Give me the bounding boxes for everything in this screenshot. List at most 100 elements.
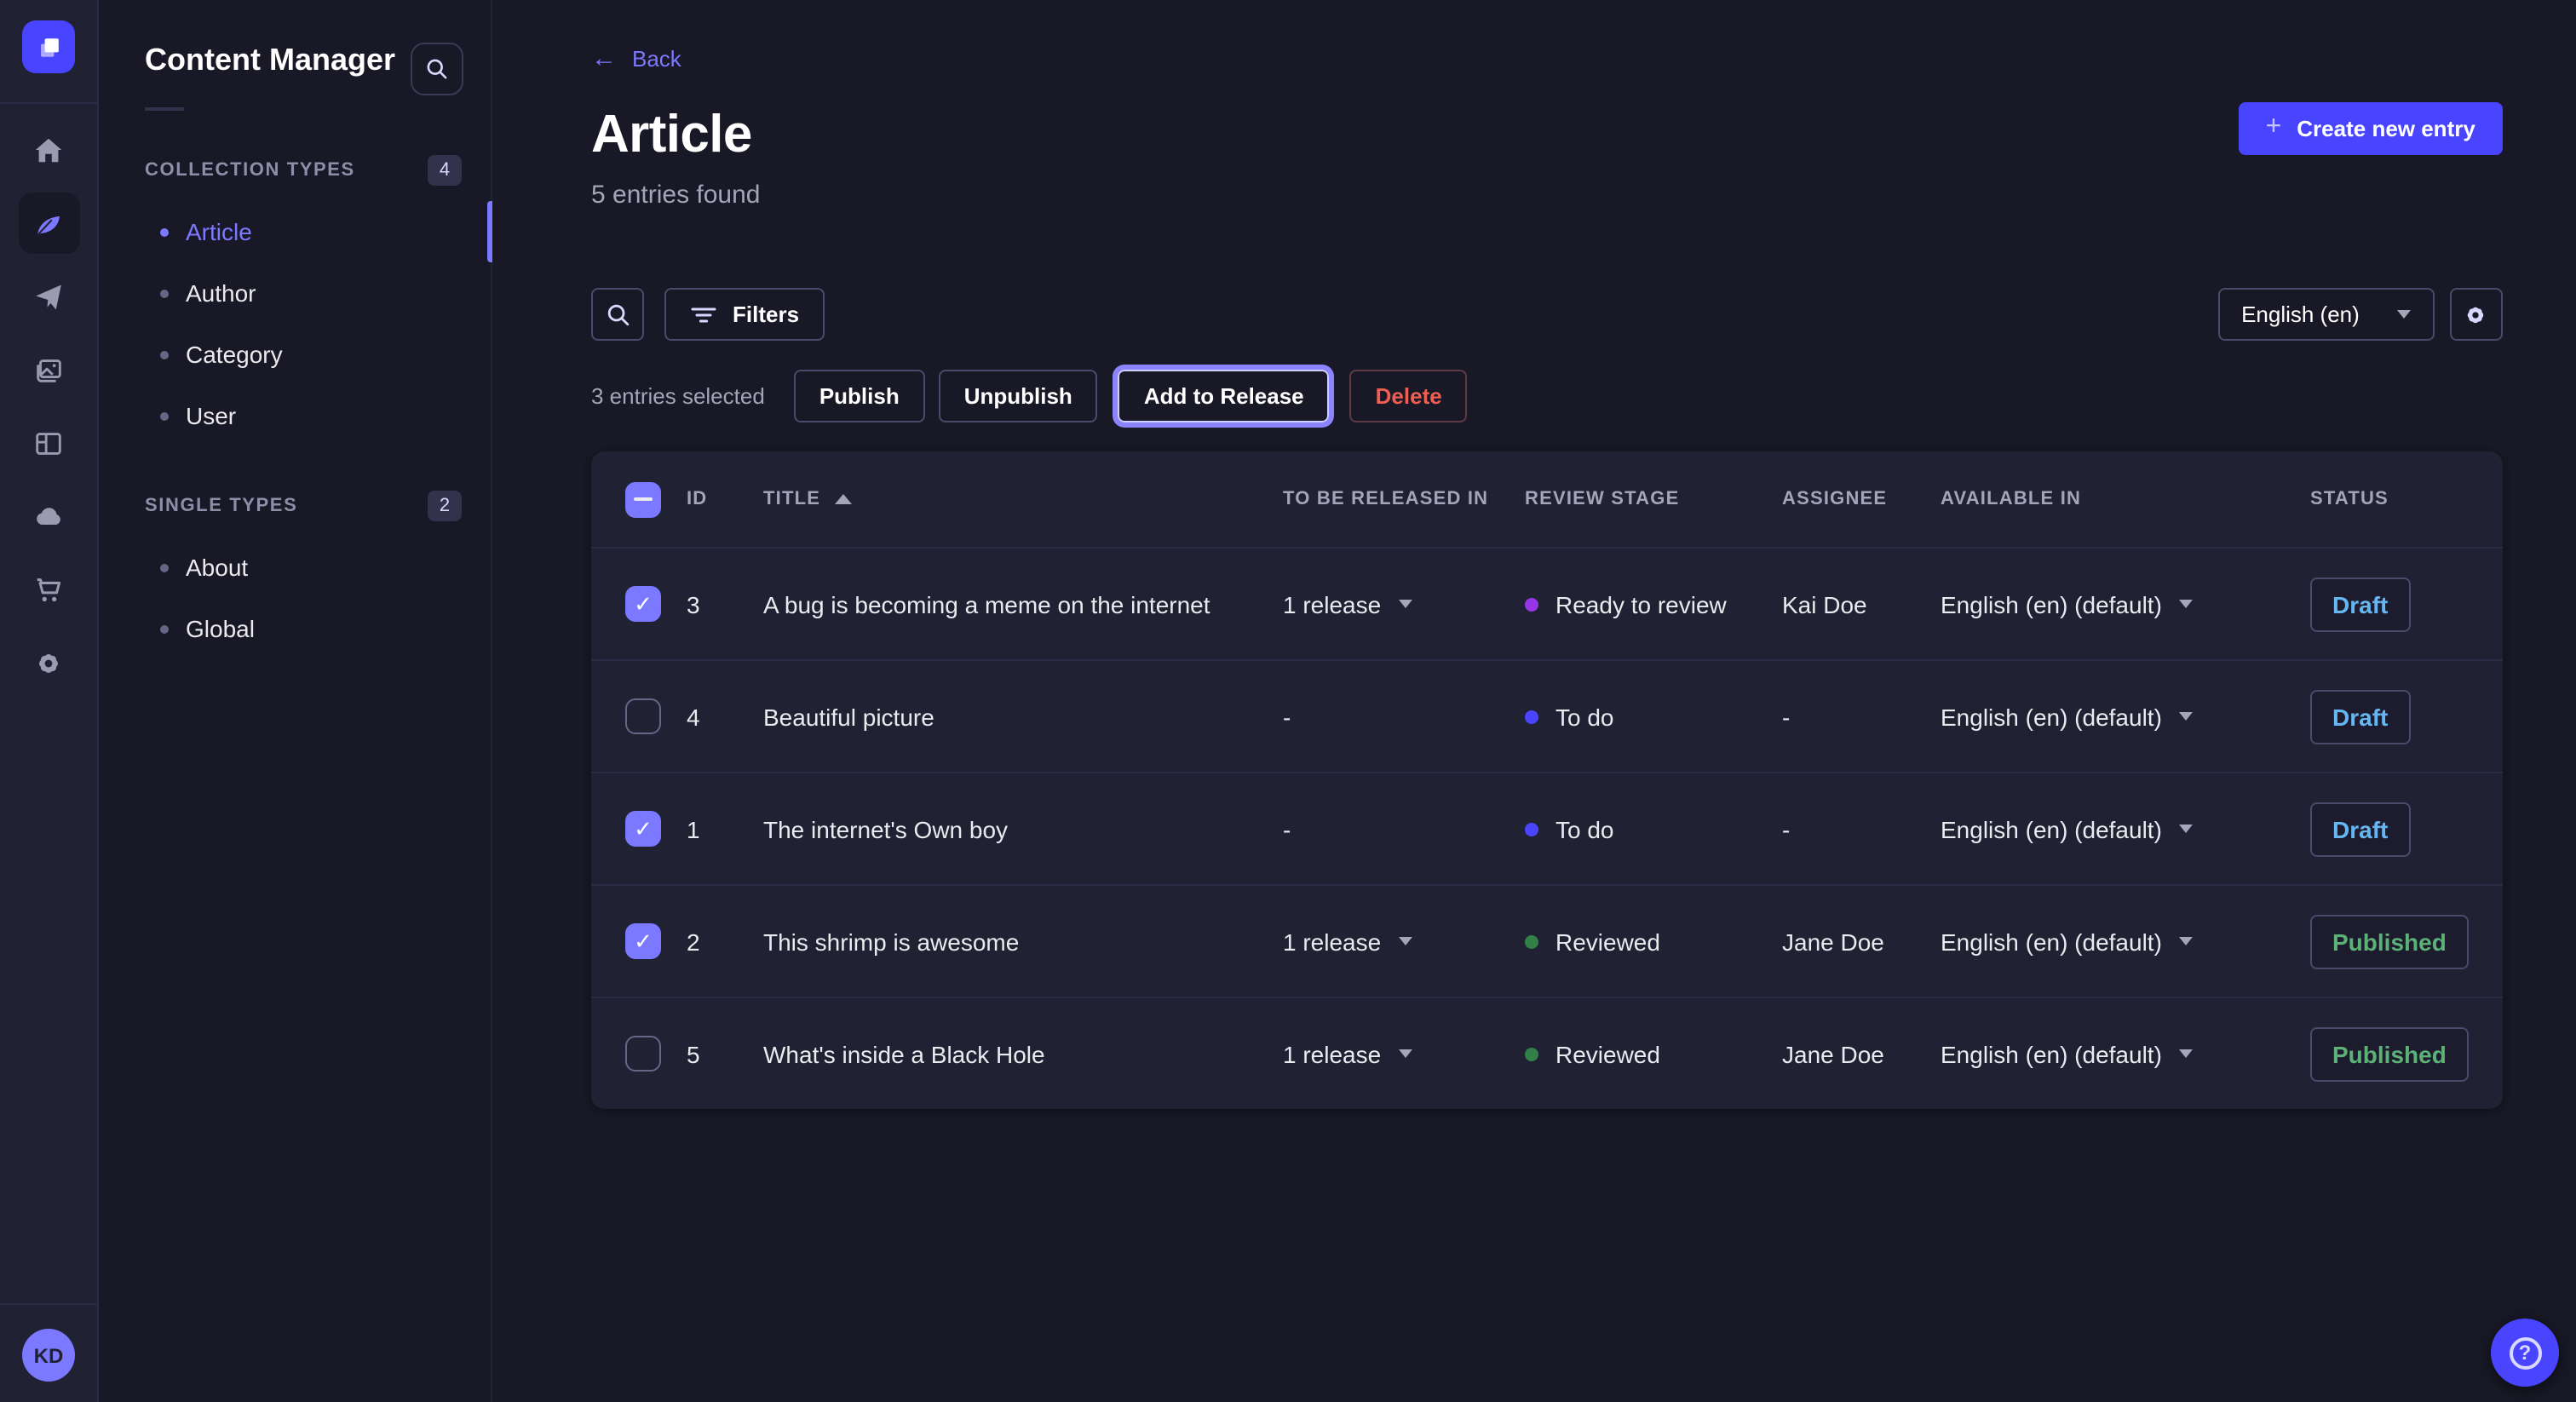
publish-button[interactable]: Publish xyxy=(794,370,925,422)
column-review-stage[interactable]: REVIEW STAGE xyxy=(1525,489,1782,509)
table-row[interactable]: ✓ 5 What's inside a Black Hole 1 release… xyxy=(591,997,2503,1109)
unpublish-button[interactable]: Unpublish xyxy=(939,370,1098,422)
bullet-icon xyxy=(160,563,169,572)
cell-title: Beautiful picture xyxy=(763,703,1283,730)
cell-release[interactable]: - xyxy=(1283,815,1525,842)
plus-icon: + xyxy=(2266,114,2282,141)
back-label: Back xyxy=(632,46,681,72)
collection-types-label: COLLECTION TYPES xyxy=(145,160,355,181)
table-row[interactable]: ✓ 2 This shrimp is awesome 1 release Rev… xyxy=(591,884,2503,997)
images-icon[interactable] xyxy=(18,339,79,400)
cell-available-in[interactable]: English (en) (default) xyxy=(1941,1040,2310,1067)
search-button[interactable] xyxy=(591,288,644,341)
sidebar-item-category[interactable]: Category xyxy=(99,324,491,385)
column-title[interactable]: TITLE xyxy=(763,489,1283,509)
cell-review-stage: Reviewed xyxy=(1525,928,1782,955)
cell-title: The internet's Own boy xyxy=(763,815,1283,842)
sidebar-item-about[interactable]: About xyxy=(99,537,491,598)
selection-bar: 3 entries selected Publish Unpublish Add… xyxy=(591,370,2503,422)
cell-release[interactable]: 1 release xyxy=(1283,928,1525,955)
view-settings-button[interactable] xyxy=(2450,288,2503,341)
create-new-entry-button[interactable]: + Create new entry xyxy=(2239,102,2503,155)
sidebar-item-user[interactable]: User xyxy=(99,385,491,446)
help-button[interactable]: ? xyxy=(2491,1319,2559,1387)
cell-assignee: Kai Doe xyxy=(1782,590,1941,618)
back-link[interactable]: ← Back xyxy=(591,46,681,72)
cell-assignee: - xyxy=(1782,815,1941,842)
chevron-down-icon xyxy=(2179,825,2193,833)
home-icon[interactable] xyxy=(18,119,79,181)
add-to-release-button[interactable]: Add to Release xyxy=(1118,370,1330,422)
row-checkbox[interactable]: ✓ xyxy=(625,698,661,734)
column-to-be-released-in[interactable]: TO BE RELEASED IN xyxy=(1283,489,1525,509)
bullet-icon xyxy=(160,624,169,633)
chevron-down-icon xyxy=(2397,310,2411,319)
filters-button[interactable]: Filters xyxy=(664,288,825,341)
check-icon: ✓ xyxy=(634,818,653,840)
locale-value: English (en) xyxy=(2241,302,2360,327)
cell-review-stage: Ready to review xyxy=(1525,590,1782,618)
paper-plane-icon[interactable] xyxy=(18,266,79,327)
table-row[interactable]: ✓ 4 Beautiful picture - To do - English … xyxy=(591,659,2503,772)
cell-release[interactable]: 1 release xyxy=(1283,590,1525,618)
cell-release[interactable]: - xyxy=(1283,703,1525,730)
chevron-down-icon xyxy=(1398,1049,1412,1058)
entries-count: 5 entries found xyxy=(591,181,2503,210)
select-all-checkbox[interactable]: ✓ xyxy=(625,481,661,517)
status-badge: Published xyxy=(2310,914,2469,968)
bullet-icon xyxy=(160,289,169,297)
back-arrow-icon: ← xyxy=(591,46,617,72)
column-id[interactable]: ID xyxy=(687,489,763,509)
cell-available-in[interactable]: English (en) (default) xyxy=(1941,590,2310,618)
sidebar-search-button[interactable] xyxy=(411,43,463,95)
toolbar: Filters English (en) xyxy=(591,288,2503,341)
cell-id: 2 xyxy=(687,928,763,955)
sidebar-item-article[interactable]: Article xyxy=(99,201,491,262)
layout-icon[interactable] xyxy=(18,412,79,474)
cart-icon[interactable] xyxy=(18,559,79,620)
cell-id: 4 xyxy=(687,703,763,730)
cell-title: A bug is becoming a meme on the internet xyxy=(763,590,1283,618)
single-types-count: 2 xyxy=(428,491,462,521)
cell-available-in[interactable]: English (en) (default) xyxy=(1941,928,2310,955)
table-row[interactable]: ✓ 1 The internet's Own boy - To do - Eng… xyxy=(591,772,2503,884)
delete-button[interactable]: Delete xyxy=(1350,370,1468,422)
cell-available-in[interactable]: English (en) (default) xyxy=(1941,815,2310,842)
stage-dot xyxy=(1525,710,1538,723)
chevron-down-icon xyxy=(2179,600,2193,608)
gear-icon[interactable] xyxy=(18,632,79,693)
cell-release[interactable]: 1 release xyxy=(1283,1040,1525,1067)
nav-rail-icons xyxy=(0,119,97,1303)
chevron-down-icon xyxy=(2179,1049,2193,1058)
single-types-section: SINGLE TYPES 2 About Global xyxy=(99,491,491,659)
bullet-icon xyxy=(160,227,169,236)
table-row[interactable]: ✓ 3 A bug is becoming a meme on the inte… xyxy=(591,549,2503,659)
row-checkbox[interactable]: ✓ xyxy=(625,811,661,847)
column-assignee[interactable]: ASSIGNEE xyxy=(1782,489,1941,509)
stage-dot xyxy=(1525,934,1538,948)
toolbar-right: English (en) xyxy=(2217,288,2503,341)
check-icon: ✓ xyxy=(634,930,653,952)
sidebar-item-global[interactable]: Global xyxy=(99,598,491,659)
strapi-logo[interactable] xyxy=(22,20,75,73)
row-checkbox[interactable]: ✓ xyxy=(625,1036,661,1072)
collection-types-section: COLLECTION TYPES 4 Article Author Catego… xyxy=(99,155,491,446)
sidebar-item-label: About xyxy=(186,554,248,581)
column-available-in[interactable]: AVAILABLE IN xyxy=(1941,489,2310,509)
cloud-icon[interactable] xyxy=(18,486,79,547)
main-content: ← Back Article 5 entries found + Create … xyxy=(492,0,2576,1402)
sidebar-item-author[interactable]: Author xyxy=(99,262,491,324)
chevron-down-icon xyxy=(1398,600,1412,608)
cell-review-stage: To do xyxy=(1525,703,1782,730)
user-avatar[interactable]: KD xyxy=(22,1329,75,1382)
entries-table: ✓ ID TITLE TO BE RELEASED IN REVIEW STAG… xyxy=(591,451,2503,1109)
cell-available-in[interactable]: English (en) (default) xyxy=(1941,703,2310,730)
row-checkbox[interactable]: ✓ xyxy=(625,586,661,622)
filter-icon xyxy=(690,302,717,326)
cell-id: 5 xyxy=(687,1040,763,1067)
row-checkbox[interactable]: ✓ xyxy=(625,923,661,959)
feather-icon[interactable] xyxy=(18,192,79,254)
column-status[interactable]: STATUS xyxy=(2310,489,2469,509)
locale-select[interactable]: English (en) xyxy=(2217,288,2435,341)
nav-rail-logo-section xyxy=(0,0,97,104)
